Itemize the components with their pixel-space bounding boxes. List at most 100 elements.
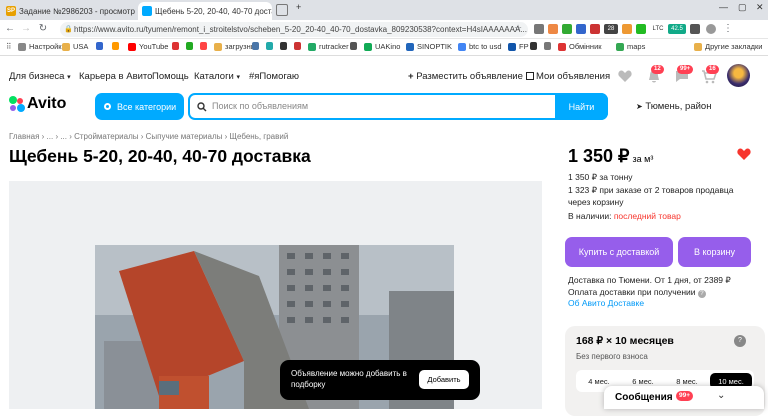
- cart-badge: 16: [706, 65, 719, 74]
- site-icon: [544, 42, 551, 50]
- bookmark-item[interactable]: rutracker: [308, 42, 349, 51]
- extension-icon[interactable]: [534, 24, 544, 34]
- tab-avito[interactable]: Щебень 5-20, 20-40, 40-70 достав ✕: [138, 2, 272, 20]
- tab-placeholder-icon[interactable]: [276, 4, 288, 16]
- extension-icon[interactable]: [562, 24, 572, 34]
- puzzle-icon[interactable]: [690, 24, 700, 34]
- url-field[interactable]: 🔒 https://www.avito.ru/tyumen/remont_i_s…: [60, 22, 528, 37]
- location-selector[interactable]: ➤ Тюмень, район: [636, 101, 711, 112]
- plus-icon: +: [408, 71, 414, 82]
- folder-icon: [694, 42, 702, 51]
- messages-badge: 99+: [677, 65, 694, 74]
- site-icon: [364, 42, 372, 51]
- bookmark-item[interactable]: [294, 42, 304, 50]
- gear-icon: [18, 42, 26, 51]
- bookmark-star-icon[interactable]: ☆: [512, 23, 524, 34]
- maximize-icon[interactable]: ▢: [738, 2, 747, 13]
- maps-icon: [616, 42, 624, 51]
- bookmark-item[interactable]: [266, 42, 276, 50]
- menu-dots-icon[interactable]: ⋮: [722, 23, 734, 34]
- all-categories-button[interactable]: Все категории: [95, 93, 184, 120]
- list-icon: [526, 72, 534, 80]
- buy-with-delivery-button[interactable]: Купить с доставкой: [565, 237, 673, 267]
- chevron-down-icon: ▾: [67, 74, 71, 81]
- url-text: https://www.avito.ru/tyumen/remont_i_str…: [74, 25, 527, 34]
- bookmark-item[interactable]: USA: [62, 42, 88, 51]
- reload-icon[interactable]: ↻: [37, 23, 49, 34]
- post-ad-link[interactable]: + Разместить объявление: [408, 71, 523, 82]
- minimize-icon[interactable]: —: [719, 2, 728, 12]
- bookmarks-bar: ⠿ Настройки USA YouTube загрузник rutrac…: [0, 39, 768, 56]
- folder-icon: [62, 42, 70, 51]
- nav-career[interactable]: Карьера в Авито: [79, 71, 152, 82]
- youtube-icon: [128, 42, 136, 51]
- bookmark-item[interactable]: Другие закладки: [694, 42, 762, 51]
- extension-icon[interactable]: [622, 24, 632, 34]
- bookmark-item[interactable]: Настройки: [18, 42, 66, 51]
- bookmark-item[interactable]: maps: [616, 42, 645, 51]
- extension-icon[interactable]: [576, 24, 586, 34]
- apps-icon[interactable]: ⠿: [6, 42, 12, 51]
- back-icon[interactable]: ←: [4, 23, 16, 34]
- installment-help-icon[interactable]: ?: [734, 335, 746, 347]
- nav-catalogs[interactable]: Каталоги ▾: [194, 71, 240, 82]
- extension-badge[interactable]: 42.5: [668, 24, 686, 34]
- bookmark-item[interactable]: Обмінник: [558, 42, 602, 51]
- logo-text: Avito: [27, 95, 67, 112]
- user-avatar[interactable]: [727, 64, 750, 87]
- extension-icon[interactable]: [636, 24, 646, 34]
- bookmark-item[interactable]: [252, 42, 262, 50]
- help-icon[interactable]: ?: [697, 290, 706, 298]
- bookmark-item[interactable]: [112, 42, 122, 50]
- bookmark-item[interactable]: FP: [508, 42, 529, 51]
- nav-ya-pomogayu[interactable]: #яПомогаю: [249, 71, 299, 82]
- site-icon: [308, 42, 316, 51]
- search-button[interactable]: Найти: [555, 93, 608, 120]
- nav-business[interactable]: Для бизнеса ▾: [9, 71, 71, 82]
- window-close-icon[interactable]: ✕: [756, 2, 764, 13]
- listing-title: Щебень 5-20, 20-40, 40-70 доставка: [9, 146, 311, 166]
- breadcrumb[interactable]: Главная › ... › ... › Стройматериалы › С…: [9, 132, 288, 141]
- bookmark-item[interactable]: [96, 42, 106, 50]
- toast-add-button[interactable]: Добавить: [419, 370, 469, 389]
- lock-icon: 🔒: [64, 26, 73, 33]
- bookmark-item[interactable]: [530, 42, 540, 50]
- extension-icon[interactable]: [548, 24, 558, 34]
- installment-subtitle: Без первого взноса: [576, 352, 648, 361]
- bookmark-item[interactable]: btc to usd: [458, 42, 502, 51]
- favorite-heart-icon[interactable]: [736, 146, 752, 162]
- ltc-label[interactable]: LTC: [650, 24, 666, 34]
- bookmark-item[interactable]: [172, 42, 182, 50]
- bookmark-item[interactable]: [350, 42, 360, 50]
- add-to-cart-button[interactable]: В корзину: [678, 237, 751, 267]
- location-arrow-icon: ➤: [636, 102, 643, 111]
- categories-icon: [104, 103, 111, 110]
- favorites-heart-icon[interactable]: [617, 68, 633, 84]
- google-icon: [458, 42, 466, 51]
- chevron-down-icon[interactable]: ⌄: [717, 390, 725, 401]
- price-per-ton: 1 350 ₽ за тонну: [568, 172, 633, 182]
- new-tab-button[interactable]: +: [296, 2, 301, 12]
- messages-count-badge: 99+: [676, 391, 694, 401]
- my-ads-link[interactable]: Мои объявления: [526, 71, 610, 82]
- address-bar: ← → ↻ 🔒 https://www.avito.ru/tyumen/remo…: [0, 20, 768, 39]
- bookmark-item[interactable]: [186, 42, 196, 50]
- messages-widget[interactable]: Сообщения 99+ ⌄: [604, 386, 764, 409]
- nav-help[interactable]: Помощь: [152, 71, 189, 82]
- search-placeholder: Поиск по объявлениям: [212, 101, 309, 111]
- tab-task[interactable]: SP Задание №2986203 - просмотр з ✕: [2, 2, 136, 20]
- forward-icon[interactable]: →: [20, 23, 32, 34]
- bookmark-item[interactable]: SINOPTIK: [406, 42, 452, 51]
- bookmark-item[interactable]: YouTube: [128, 42, 168, 51]
- avito-delivery-link[interactable]: Об Авито Доставке: [568, 298, 644, 308]
- bookmark-item[interactable]: [544, 42, 554, 50]
- bookmark-item[interactable]: [200, 42, 210, 50]
- profile-avatar[interactable]: [706, 24, 716, 34]
- search-field[interactable]: Поиск по объявлениям Найти: [188, 93, 608, 120]
- bookmark-item[interactable]: UAKino: [364, 42, 400, 51]
- avito-logo[interactable]: Avito: [9, 95, 66, 113]
- extension-icon[interactable]: [590, 24, 600, 34]
- extension-badge[interactable]: 28: [604, 24, 618, 34]
- site-icon: [350, 42, 357, 50]
- bookmark-item[interactable]: [280, 42, 290, 50]
